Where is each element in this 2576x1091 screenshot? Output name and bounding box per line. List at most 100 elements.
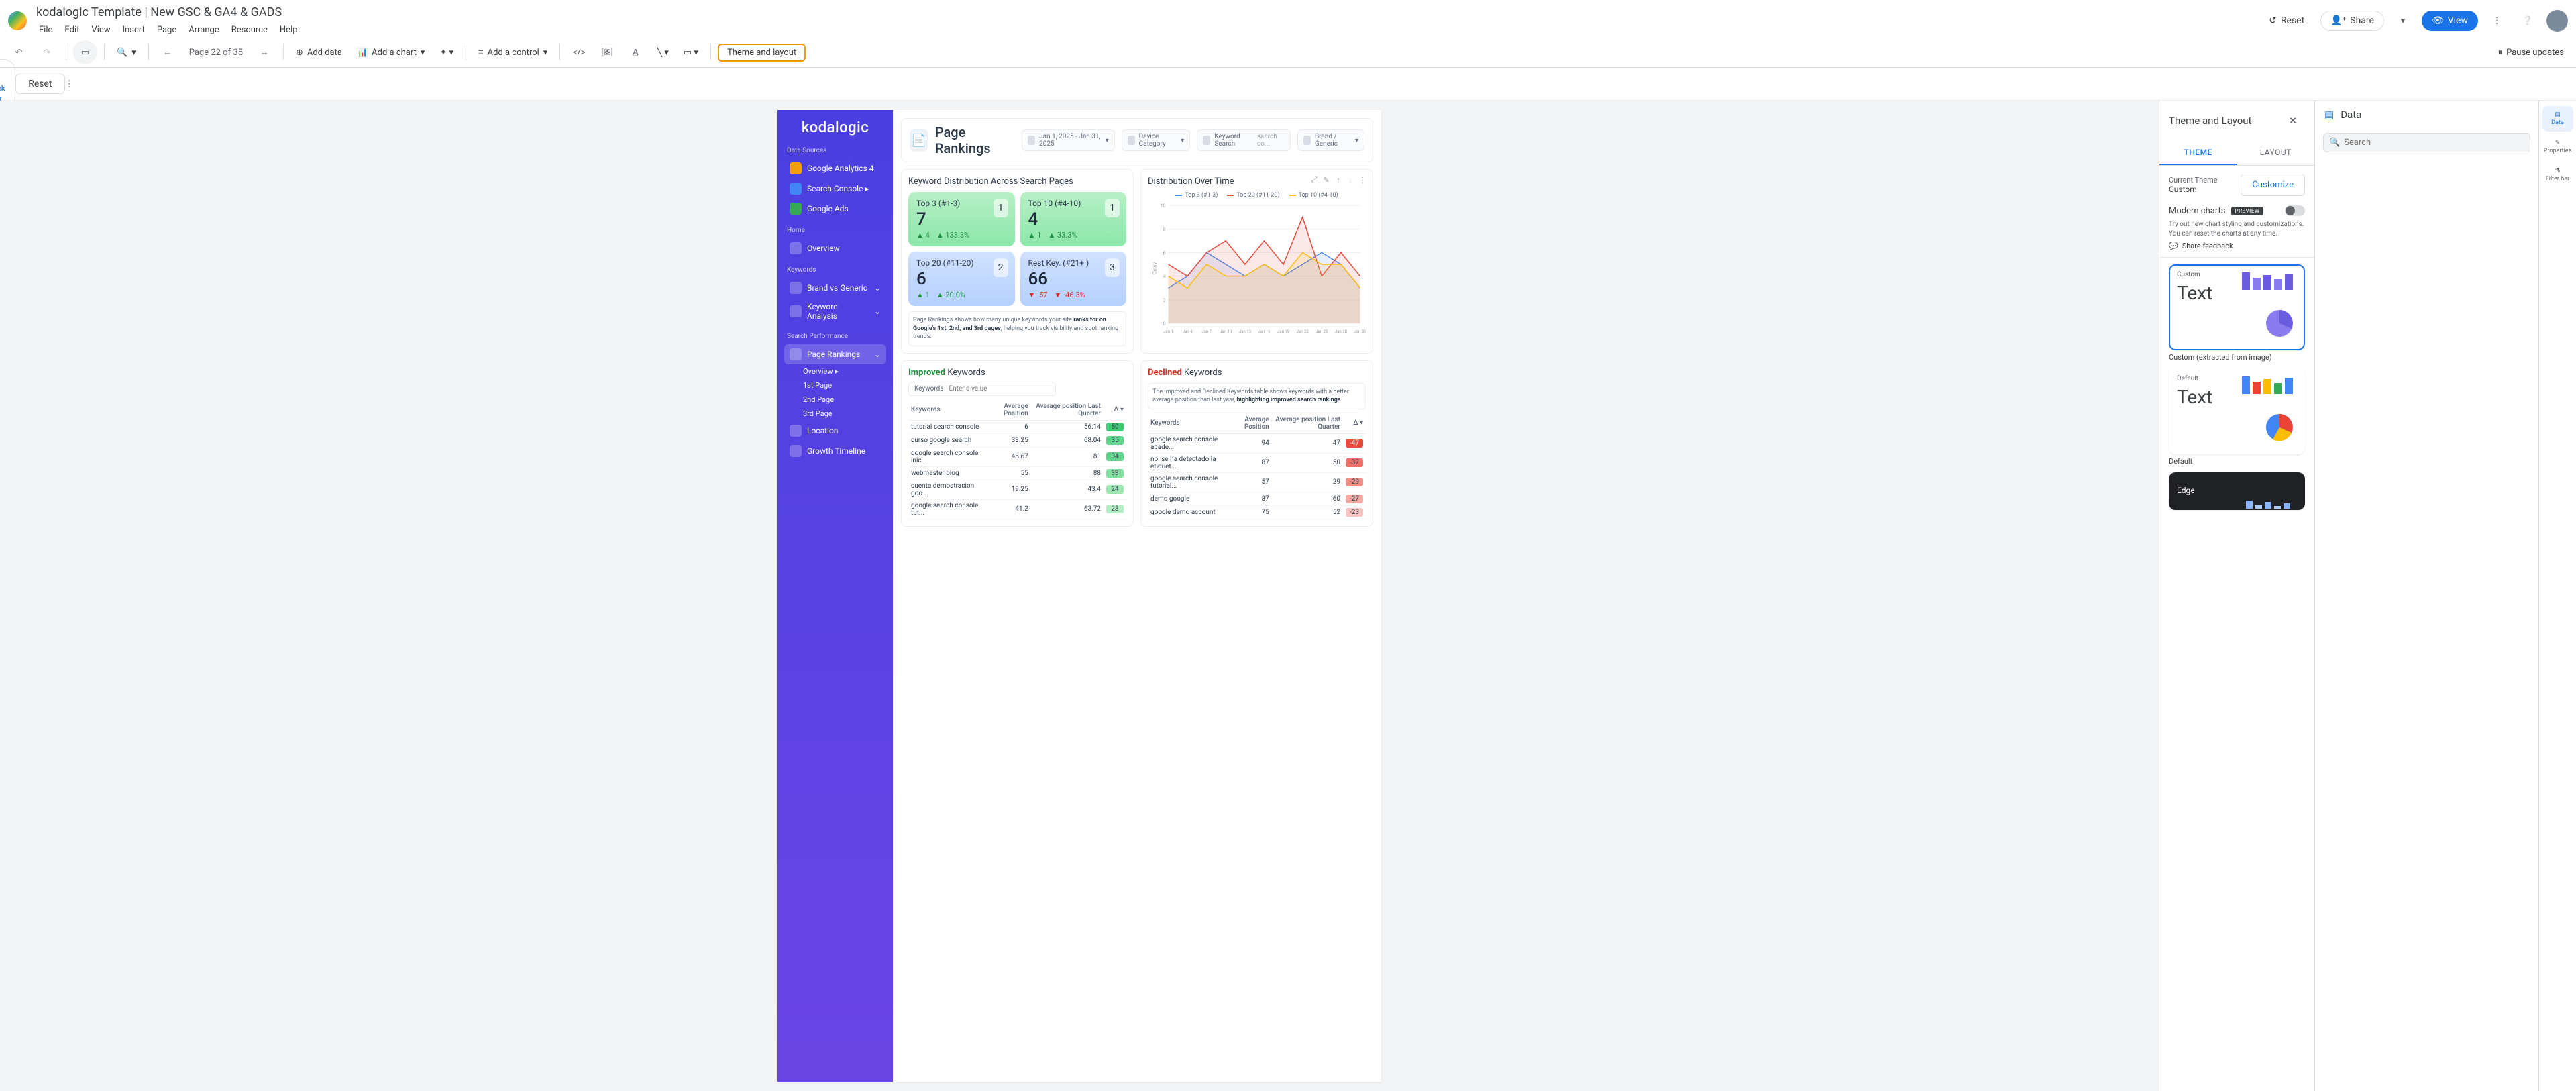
cursor-icon[interactable]: ▭ xyxy=(73,40,97,64)
kpi-card-title: Keyword Distribution Across Search Pages xyxy=(908,176,1126,187)
sidebar-source[interactable]: Google Ads xyxy=(784,199,886,219)
brand-filter[interactable]: Brand / Generic▾ xyxy=(1297,129,1364,151)
device-icon xyxy=(1128,136,1135,145)
sidebar-item-overview[interactable]: Overview xyxy=(784,238,886,258)
sidebar-source[interactable]: Google Analytics 4 xyxy=(784,158,886,178)
pause-updates-button[interactable]: ⏸ Pause updates xyxy=(2493,45,2569,60)
keyword-input[interactable]: Keywords xyxy=(908,382,1056,396)
improved-table: KeywordsAverage PositionAverage position… xyxy=(908,400,1126,519)
canvas[interactable]: kodalogic Data Sources Google Analytics … xyxy=(0,101,2159,1091)
add-chart-button[interactable]: 📊 Add a chart▾ xyxy=(352,45,430,60)
filter-icon[interactable]: ⚗ + Add quick filter Reset ⋮ xyxy=(8,72,32,96)
chart-reset-icon[interactable]: ⤢ xyxy=(1309,175,1319,185)
shape-icon[interactable]: ▭ ▾ xyxy=(678,45,704,60)
sidebar-sub[interactable]: Overview ▸ xyxy=(784,364,886,378)
sidebar-sub[interactable]: 2nd Page xyxy=(784,393,886,407)
add-control-button[interactable]: ≡ Add a control▾ xyxy=(473,44,553,60)
modern-charts-toggle[interactable] xyxy=(2285,205,2305,216)
current-theme-value: Custom xyxy=(2169,185,2218,194)
theme-card-edge[interactable]: Edge xyxy=(2169,472,2305,510)
sidebar-item-kwanalysis[interactable]: Keyword Analysis xyxy=(784,298,886,325)
theme-panel-title: Theme and Layout xyxy=(2169,115,2251,127)
menu-view[interactable]: View xyxy=(86,22,115,38)
calendar-icon xyxy=(1028,136,1035,145)
sidebar-sub[interactable]: 1st Page xyxy=(784,378,886,393)
data-search-input[interactable] xyxy=(2344,138,2524,148)
svg-text:Jan 4: Jan 4 xyxy=(1183,329,1193,334)
menu-help[interactable]: Help xyxy=(274,22,303,38)
help-icon[interactable]: ❔ xyxy=(2516,9,2540,33)
table-row[interactable]: curso google search33.2568.0435 xyxy=(908,433,1126,447)
kpi-note: Page Rankings shows how many unique keyw… xyxy=(908,311,1126,346)
chart-down-icon[interactable]: ↓ xyxy=(1346,175,1355,185)
filter-more-icon[interactable]: ⋮ xyxy=(65,72,74,96)
share-feedback-link[interactable]: 💬 Share feedback xyxy=(2169,242,2305,250)
prev-page-icon[interactable]: ← xyxy=(156,40,180,64)
table-row[interactable]: demo google8760-27 xyxy=(1148,492,1366,505)
tab-theme[interactable]: THEME xyxy=(2159,141,2237,165)
theme-card-custom[interactable]: Custom Text xyxy=(2169,264,2305,350)
menu-page[interactable]: Page xyxy=(152,22,182,38)
keyword-search-filter[interactable]: Keyword Searchsearch co... xyxy=(1197,129,1291,151)
menu-arrange[interactable]: Arrange xyxy=(183,22,224,38)
theme-layout-button[interactable]: Theme and layout xyxy=(718,44,806,62)
sidebar-item-brandgeneric[interactable]: Brand vs Generic xyxy=(784,278,886,298)
add-data-button[interactable]: ⊕ Add data xyxy=(290,45,347,60)
more-options-icon[interactable]: ⋮ xyxy=(2485,9,2509,33)
sidebar-item-location[interactable]: Location xyxy=(784,421,886,441)
device-filter[interactable]: Device Category▾ xyxy=(1122,129,1191,151)
filter-reset-button[interactable]: Reset xyxy=(15,74,64,94)
declined-card[interactable]: Declined Keywords The Improved and Decli… xyxy=(1140,360,1373,527)
embed-icon[interactable]: </> xyxy=(567,40,591,64)
chart-edit-icon[interactable]: ✎ xyxy=(1322,175,1331,185)
menu-edit[interactable]: Edit xyxy=(59,22,85,38)
next-page-icon[interactable]: → xyxy=(252,40,276,64)
table-row[interactable]: google search console tut...41.263.7223 xyxy=(908,499,1126,519)
sidebar-sub[interactable]: 3rd Page xyxy=(784,407,886,421)
sidebar-source[interactable]: Search Console ▸ xyxy=(784,178,886,199)
table-row[interactable]: google search console inic...46.678134 xyxy=(908,447,1126,466)
chart-more-icon[interactable]: ⋮ xyxy=(1358,175,1367,185)
share-dropdown-icon[interactable]: ▾ xyxy=(2391,9,2415,33)
rail-data[interactable]: ▤ Data xyxy=(2542,106,2573,132)
doc-title[interactable]: kodalogic Template | New GSC & GA4 & GAD… xyxy=(34,4,2253,21)
table-row[interactable]: webmaster blog558833 xyxy=(908,466,1126,480)
rail-filter[interactable]: ⚗ Filter bar xyxy=(2542,162,2573,188)
user-avatar[interactable] xyxy=(2546,10,2568,32)
line-icon[interactable]: ╲ ▾ xyxy=(651,45,674,60)
menu-file[interactable]: File xyxy=(34,22,58,38)
sidebar-item-pagerankings[interactable]: Page Rankings xyxy=(784,344,886,364)
chart-up-icon[interactable]: ↑ xyxy=(1334,175,1343,185)
theme-card-custom-label: Custom (extracted from image) xyxy=(2169,353,2305,362)
kpi-card[interactable]: Keyword Distribution Across Search Pages… xyxy=(901,169,1134,354)
table-row[interactable]: no: se ha detectado la etiquet...8750-37 xyxy=(1148,453,1366,472)
rail-properties[interactable]: ✎ Properties xyxy=(2542,134,2573,160)
looker-studio-logo-icon xyxy=(8,11,27,30)
table-row[interactable]: google demo account7552-23 xyxy=(1148,505,1366,519)
timechart-card[interactable]: ⤢ ✎ ↑ ↓ ⋮ Distribution Over Time Top 3 (… xyxy=(1140,169,1373,354)
date-range-control[interactable]: Jan 1, 2025 - Jan 31, 2025▾ xyxy=(1022,129,1115,151)
sidebar-item-growth[interactable]: Growth Timeline xyxy=(784,441,886,461)
close-icon[interactable]: ✕ xyxy=(2281,109,2305,133)
text-icon[interactable]: A̲ xyxy=(623,40,647,64)
community-viz-icon[interactable]: ✦ ▾ xyxy=(434,45,459,60)
menu-resource[interactable]: Resource xyxy=(226,22,273,38)
theme-card-default[interactable]: Default Text xyxy=(2169,368,2305,454)
table-row[interactable]: google search console tutorial...5729-29 xyxy=(1148,472,1366,492)
data-search[interactable]: 🔍 xyxy=(2323,133,2530,152)
share-button[interactable]: 👤⁺ Share xyxy=(2320,11,2384,31)
table-row[interactable]: tutorial search console656.1450 xyxy=(908,420,1126,433)
tab-layout[interactable]: LAYOUT xyxy=(2237,141,2315,165)
table-row[interactable]: cuenta demostracion goo...19.2543.424 xyxy=(908,480,1126,499)
toolbar: ↶ ↷ ▭ 🔍▾ ← Page 22 of 35 → ⊕ Add data 📊 … xyxy=(0,38,2576,68)
page-header: 📄 Page Rankings Jan 1, 2025 - Jan 31, 20… xyxy=(901,118,1373,162)
menu-insert[interactable]: Insert xyxy=(117,22,150,38)
improved-card[interactable]: Improved Keywords Keywords KeywordsAvera… xyxy=(901,360,1134,527)
zoom-dropdown[interactable]: 🔍▾ xyxy=(111,45,142,60)
view-button[interactable]: 👁 View xyxy=(2422,11,2478,31)
reset-button[interactable]: ↺ Reset xyxy=(2259,11,2314,30)
image-icon[interactable]: 🖼 xyxy=(595,40,619,64)
customize-button[interactable]: Customize xyxy=(2241,174,2305,196)
keyword-input-field[interactable] xyxy=(949,385,1050,393)
table-row[interactable]: google search console acade...9447-47 xyxy=(1148,433,1366,453)
